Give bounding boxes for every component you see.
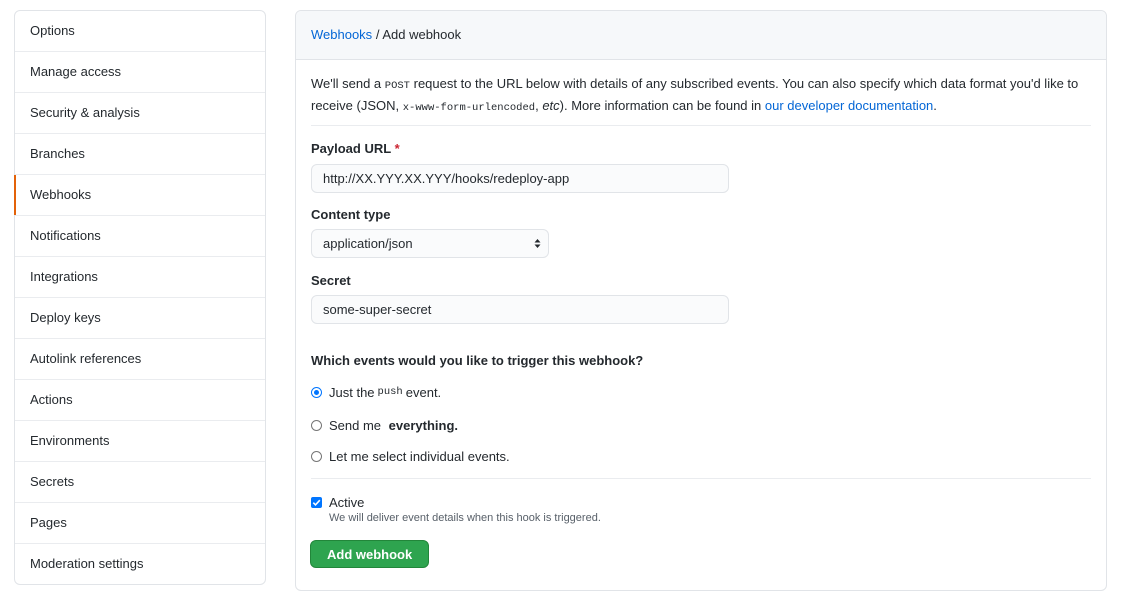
select-arrows-icon [534, 239, 541, 248]
intro-text-1: We'll send a [311, 76, 385, 91]
sidebar-item-deploy-keys[interactable]: Deploy keys [15, 298, 265, 339]
secret-input[interactable] [311, 295, 729, 324]
sidebar-item-environments[interactable]: Environments [15, 421, 265, 462]
content-type-select[interactable]: application/json [311, 229, 549, 258]
settings-sidebar: Options Manage access Security & analysi… [14, 10, 266, 585]
radio-push[interactable] [311, 386, 322, 398]
active-checkbox[interactable] [311, 496, 322, 508]
developer-docs-link[interactable]: our developer documentation [765, 98, 933, 113]
radio-everything[interactable] [311, 419, 322, 431]
http-method: POST [384, 80, 410, 92]
push-option-suffix: event. [405, 384, 442, 400]
sidebar-item-pages[interactable]: Pages [15, 503, 265, 544]
breadcrumb: Webhooks / Add webhook [296, 11, 1106, 60]
sidebar-item-moderation-settings[interactable]: Moderation settings [15, 544, 265, 584]
active-label: Active [329, 494, 365, 510]
breadcrumb-separator: / [375, 27, 380, 42]
active-option[interactable]: Active [311, 492, 364, 512]
checkmark-icon [312, 499, 321, 506]
active-note: We will deliver event details when this … [329, 512, 601, 524]
intro-text: We'll send a POST request to the URL bel… [311, 74, 1091, 118]
intro-etc: etc [542, 98, 560, 113]
sidebar-item-branches[interactable]: Branches [15, 134, 265, 175]
content-type-label: Content type [311, 207, 391, 222]
sidebar-item-notifications[interactable]: Notifications [15, 216, 265, 257]
add-webhook-button[interactable]: Add webhook [310, 540, 430, 568]
event-option-everything[interactable]: Send me everything. [311, 415, 458, 435]
push-code: push [377, 386, 403, 398]
format-code: x-www-form-urlencoded [402, 102, 536, 114]
breadcrumb-webhooks-link[interactable]: Webhooks [311, 27, 372, 42]
sidebar-item-options[interactable]: Options [15, 11, 265, 52]
sidebar-item-secrets[interactable]: Secrets [15, 462, 265, 503]
sidebar-item-actions[interactable]: Actions [15, 380, 265, 421]
add-webhook-panel: Webhooks / Add webhook We'll send a POST… [295, 10, 1107, 591]
events-question: Which events would you like to trigger t… [311, 353, 644, 368]
content-type-value: application/json [323, 236, 413, 251]
push-option-prefix: Just the [329, 384, 375, 400]
intro-text-5: . [933, 98, 937, 113]
everything-option-bold: everything. [388, 417, 459, 433]
payload-url-input[interactable] [311, 164, 729, 193]
intro-text-4: ). More information can be found in [559, 98, 765, 113]
sidebar-item-autolink-references[interactable]: Autolink references [15, 339, 265, 380]
events-divider [311, 478, 1091, 479]
sidebar-item-webhooks[interactable]: Webhooks [14, 175, 265, 216]
secret-label: Secret [311, 273, 351, 288]
sidebar-item-security-analysis[interactable]: Security & analysis [15, 93, 265, 134]
sidebar-item-manage-access[interactable]: Manage access [15, 52, 265, 93]
event-option-select[interactable]: Let me select individual events. [311, 446, 510, 466]
breadcrumb-current: Add webhook [382, 27, 462, 42]
event-option-push[interactable]: Just the push event. [311, 382, 441, 402]
sidebar-item-integrations[interactable]: Integrations [15, 257, 265, 298]
payload-url-label: Payload URL * [311, 141, 400, 156]
intro-divider [311, 125, 1091, 126]
required-marker: * [394, 141, 400, 156]
select-events-label: Let me select individual events. [329, 448, 510, 464]
radio-select-events[interactable] [311, 450, 322, 462]
everything-option-prefix: Send me [329, 417, 385, 433]
